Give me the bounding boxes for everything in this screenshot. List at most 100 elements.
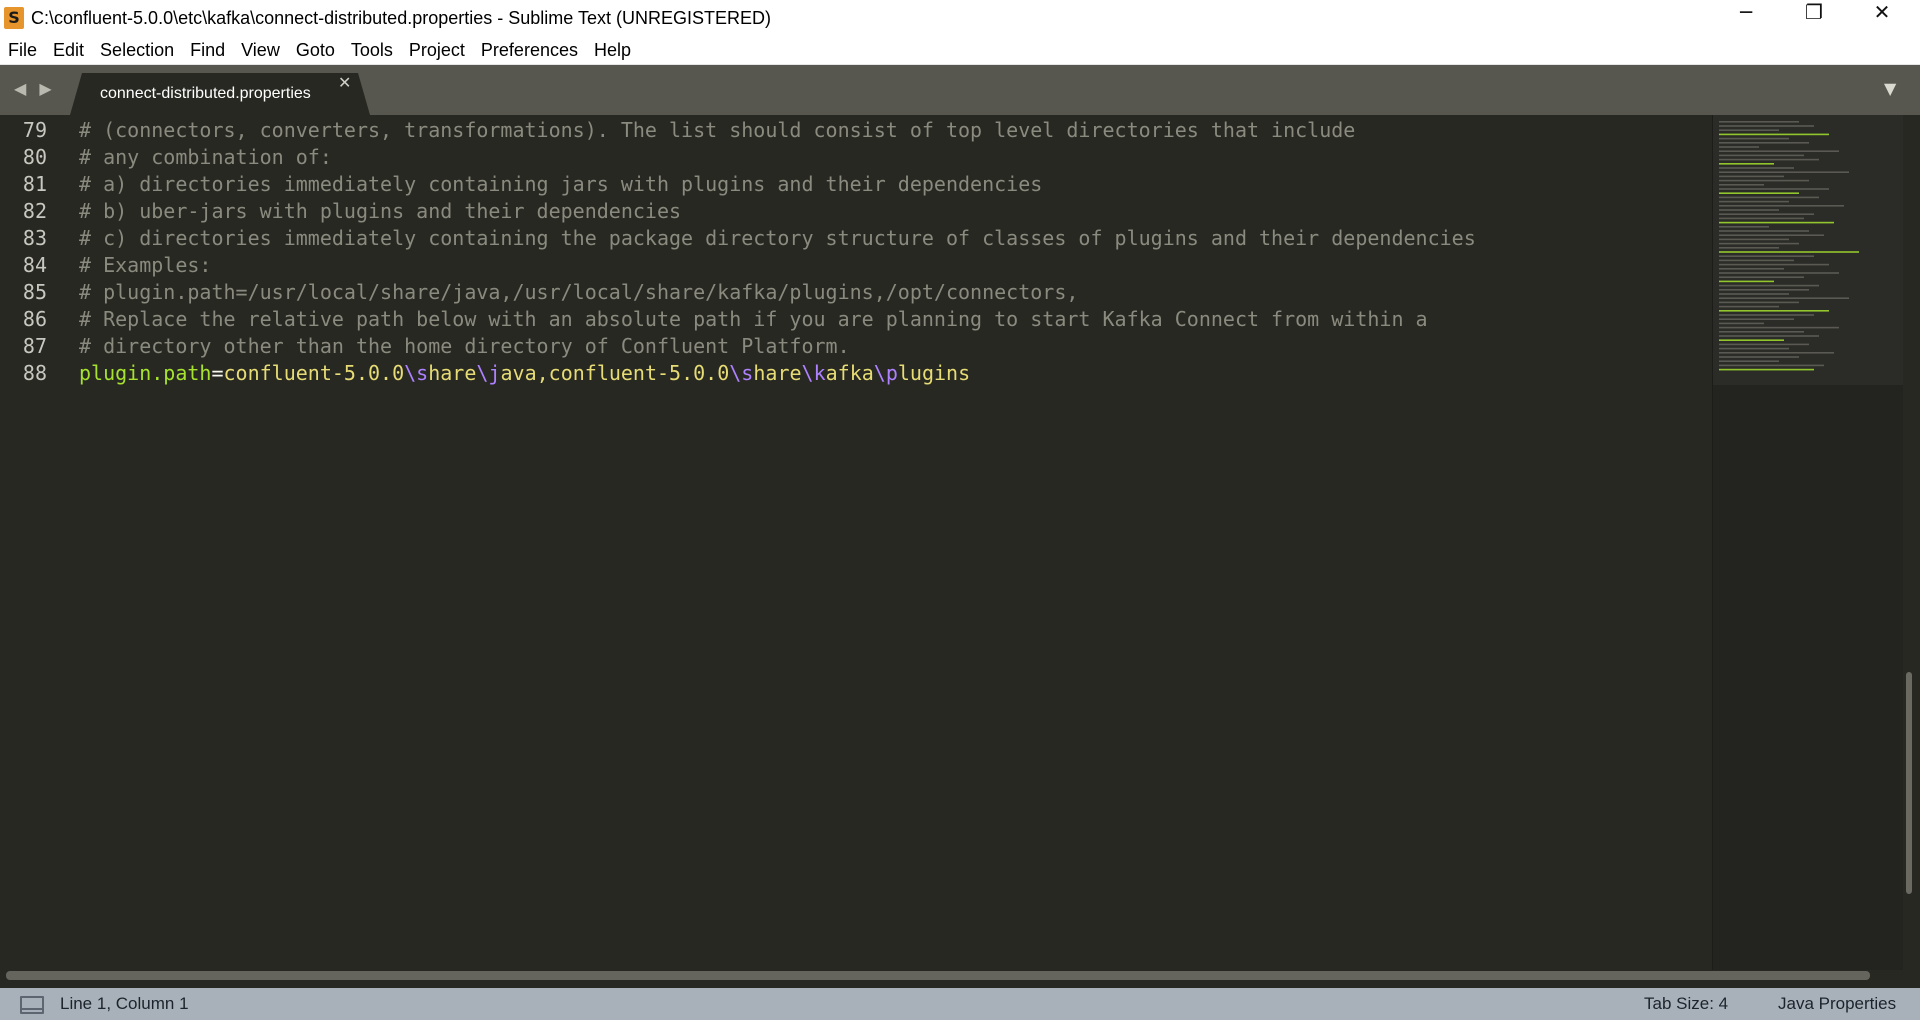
- menu-selection[interactable]: Selection: [92, 36, 182, 64]
- menu-preferences[interactable]: Preferences: [473, 36, 586, 64]
- close-window-button[interactable]: ✕: [1848, 0, 1916, 36]
- line-number: 86: [22, 307, 47, 331]
- minimap-line: [1719, 247, 1779, 249]
- minimap-line: [1719, 251, 1859, 253]
- menu-edit[interactable]: Edit: [45, 36, 92, 64]
- escape-sequence: \s: [729, 361, 754, 385]
- menu-tools[interactable]: Tools: [343, 36, 401, 64]
- line-number: 87: [22, 334, 47, 358]
- minimap-line: [1719, 297, 1849, 299]
- minimap-line: [1719, 142, 1809, 144]
- menu-bar: File Edit Selection Find View Goto Tools…: [0, 36, 1920, 65]
- comment-text: # Replace the relative path below with a…: [79, 307, 1428, 331]
- equals-sign: =: [211, 361, 224, 385]
- minimap-line: [1719, 133, 1829, 136]
- minimap-line: [1719, 184, 1764, 186]
- minimap-line: [1719, 301, 1799, 304]
- tab-nav-arrows-icon[interactable]: ◀ ▶: [14, 77, 56, 101]
- minimap[interactable]: [1712, 115, 1903, 970]
- minimap-line: [1719, 137, 1789, 140]
- minimap-line: [1719, 238, 1789, 241]
- tab-label: connect-distributed.properties: [100, 85, 311, 102]
- code-line[interactable]: # plugin.path=/usr/local/share/java,/usr…: [79, 279, 1078, 306]
- title-bar: S C:\confluent-5.0.0\etc\kafka\connect-d…: [0, 0, 1920, 36]
- property-value: ava,confluent-5.0.0: [500, 361, 730, 385]
- menu-find[interactable]: Find: [182, 36, 233, 64]
- code-line[interactable]: plugin.path=confluent-5.0.0\share\java,c…: [79, 360, 970, 387]
- minimap-line: [1719, 305, 1779, 308]
- minimap-line: [1719, 276, 1804, 278]
- minimize-button[interactable]: ─: [1712, 0, 1780, 36]
- code-line[interactable]: # Replace the relative path below with a…: [79, 306, 1428, 333]
- menu-goto[interactable]: Goto: [288, 36, 343, 64]
- code-editor[interactable]: 79 80 81 82 83 84 85 86 87 88 # (connectors, conv…: [0, 115, 1712, 970]
- minimap-line: [1719, 314, 1814, 316]
- minimap-line: [1719, 121, 1799, 123]
- minimap-line: [1719, 318, 1794, 320]
- menu-project[interactable]: Project: [401, 36, 473, 64]
- minimap-line: [1719, 167, 1794, 169]
- comment-text: # c) directories immediately containing …: [79, 226, 1476, 250]
- code-line[interactable]: # a) directories immediately containing …: [79, 171, 1042, 198]
- minimap-line: [1719, 154, 1804, 157]
- comment-text: # a) directories immediately containing …: [79, 172, 1043, 196]
- minimap-line: [1719, 293, 1789, 295]
- horizontal-scroll-thumb[interactable]: [6, 971, 1870, 980]
- property-value: lugins: [897, 361, 971, 385]
- minimap-line: [1719, 255, 1814, 257]
- minimap-line: [1719, 200, 1789, 203]
- line-number: 82: [22, 199, 47, 223]
- line-number: 85: [22, 280, 47, 304]
- line-number: 83: [22, 226, 47, 250]
- tab-connect-distributed[interactable]: connect-distributed.properties ✕: [70, 73, 370, 115]
- menu-help[interactable]: Help: [586, 36, 639, 64]
- comment-text: # any combination of:: [79, 145, 332, 169]
- tab-close-icon[interactable]: ✕: [338, 73, 351, 92]
- code-line[interactable]: # Examples:: [79, 252, 211, 279]
- sublime-app-icon[interactable]: S: [4, 7, 24, 29]
- property-value: confluent-5.0.0: [223, 361, 405, 385]
- minimap-line: [1719, 150, 1839, 152]
- minimap-line: [1719, 175, 1784, 178]
- menu-view[interactable]: View: [233, 36, 288, 64]
- tab-dropdown-icon[interactable]: ▼: [1884, 79, 1896, 98]
- minimap-line: [1719, 263, 1829, 266]
- comment-text: # b) uber-jars with plugins and their de…: [79, 199, 682, 223]
- cursor-position[interactable]: Line 1, Column 1: [60, 988, 189, 1020]
- minimap-line: [1719, 179, 1809, 182]
- property-key: plugin.path: [79, 361, 212, 385]
- escape-sequence: \s: [404, 361, 429, 385]
- minimap-line: [1719, 163, 1774, 165]
- minimap-line: [1719, 213, 1814, 215]
- code-line[interactable]: # directory other than the home director…: [79, 333, 850, 360]
- code-line[interactable]: # b) uber-jars with plugins and their de…: [79, 198, 681, 225]
- code-line[interactable]: # (connectors, converters, transformatio…: [79, 117, 1355, 144]
- minimap-line: [1719, 343, 1809, 346]
- menu-file[interactable]: File: [0, 36, 45, 64]
- syntax-selector[interactable]: Java Properties: [1778, 988, 1896, 1020]
- panel-toggle-icon[interactable]: [20, 996, 44, 1014]
- minimap-line: [1719, 331, 1804, 333]
- minimap-line: [1719, 221, 1834, 224]
- minimap-line: [1719, 268, 1784, 270]
- minimap-line: [1719, 326, 1839, 329]
- code-line[interactable]: # c) directories immediately containing …: [79, 225, 1476, 252]
- minimap-line: [1719, 146, 1759, 148]
- minimap-preview: [1719, 121, 1859, 371]
- minimap-line: [1719, 217, 1804, 220]
- vertical-scroll-thumb[interactable]: [1906, 672, 1912, 894]
- minimap-line: [1719, 188, 1829, 190]
- escape-sequence: \k: [801, 361, 826, 385]
- window-title: C:\confluent-5.0.0\etc\kafka\connect-dis…: [31, 8, 771, 28]
- line-number: 81: [22, 172, 47, 196]
- minimap-line: [1719, 289, 1809, 291]
- code-line[interactable]: # any combination of:: [79, 144, 332, 171]
- property-value: afka: [825, 361, 874, 385]
- minimap-line: [1719, 129, 1779, 131]
- escape-sequence: \j: [476, 361, 501, 385]
- minimap-line: [1719, 242, 1799, 245]
- minimap-line: [1719, 205, 1844, 207]
- status-bar: Line 1, Column 1 Tab Size: 4 Java Proper…: [0, 988, 1920, 1020]
- maximize-button[interactable]: ❐: [1780, 0, 1848, 36]
- tab-size-indicator[interactable]: Tab Size: 4: [1644, 988, 1728, 1020]
